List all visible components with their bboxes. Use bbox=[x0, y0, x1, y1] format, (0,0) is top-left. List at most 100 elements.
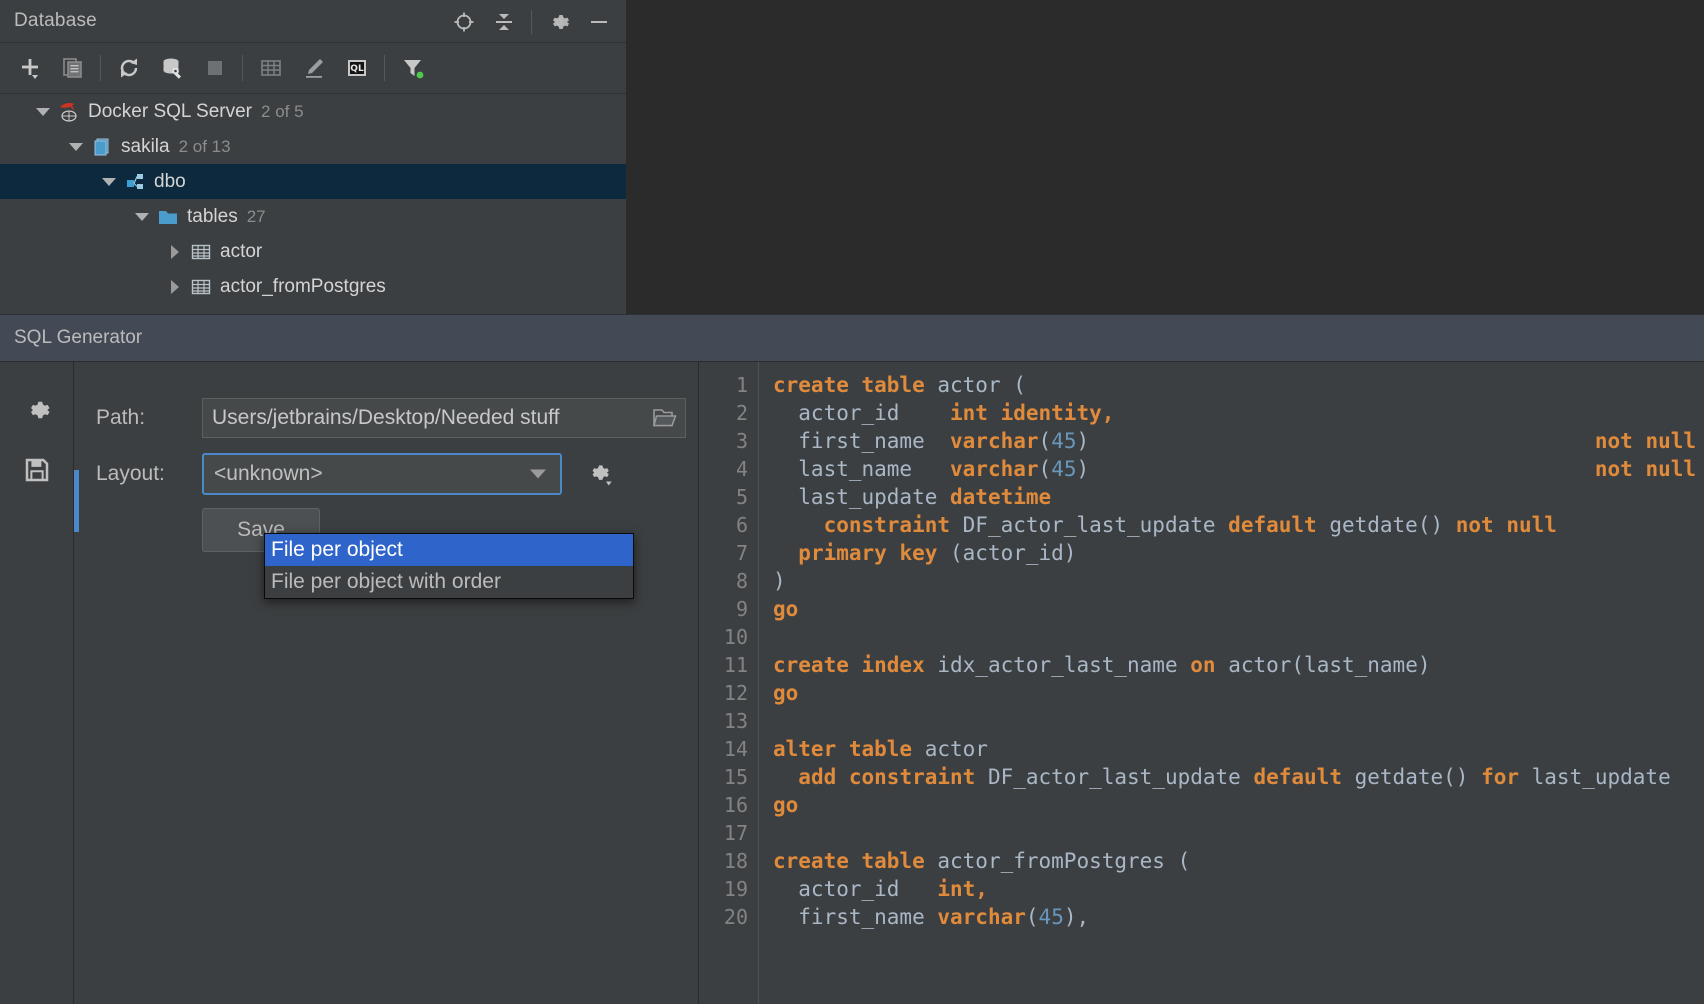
code-token: actor bbox=[924, 737, 988, 761]
tree-node-count: 2 of 5 bbox=[261, 101, 304, 121]
code-line: go bbox=[773, 679, 1704, 707]
expand-toggle[interactable] bbox=[129, 212, 155, 221]
code-line: constraint DF_actor_last_update default … bbox=[773, 511, 1704, 539]
collapse-all-icon[interactable] bbox=[485, 3, 523, 41]
tree-node-label: tables bbox=[187, 205, 238, 227]
code-token: 45 bbox=[1051, 457, 1077, 481]
line-number: 19 bbox=[723, 877, 748, 901]
path-label: Path: bbox=[96, 406, 146, 429]
code-token: default bbox=[1228, 513, 1330, 537]
line-number: 5 bbox=[735, 485, 748, 509]
layout-option-file-per-object[interactable]: File per object bbox=[265, 534, 633, 566]
expand-toggle[interactable] bbox=[96, 177, 122, 186]
layout-settings-gear-icon[interactable] bbox=[584, 459, 614, 489]
code-token: go bbox=[773, 793, 799, 817]
code-line: alter table actor bbox=[773, 735, 1704, 763]
stop-icon[interactable] bbox=[193, 47, 236, 90]
tree-node-tables[interactable]: tables 27 bbox=[0, 199, 626, 234]
layout-combobox[interactable]: <unknown> bbox=[202, 453, 562, 495]
code-token: not null bbox=[1594, 457, 1697, 481]
tree-node-actor-frompostgres[interactable]: actor_fromPostgres bbox=[0, 269, 626, 304]
filter-icon[interactable] bbox=[391, 47, 434, 90]
folder-open-icon[interactable] bbox=[651, 405, 679, 431]
gear-icon[interactable] bbox=[540, 3, 578, 41]
sql-generator-title: SQL Generator bbox=[0, 314, 1704, 362]
code-token: varchar bbox=[950, 429, 1039, 453]
layout-row: Layout: <unknown> bbox=[74, 446, 698, 502]
sql-server-icon bbox=[56, 99, 82, 125]
code-token: last_name bbox=[773, 457, 951, 481]
database-toolbar: QL bbox=[0, 43, 626, 94]
expand-toggle[interactable] bbox=[162, 244, 188, 259]
code-token: DF_actor_last_update bbox=[987, 765, 1254, 789]
folder-icon bbox=[155, 205, 181, 229]
line-number: 14 bbox=[723, 737, 748, 761]
code-token: 45 bbox=[1038, 905, 1064, 929]
layout-dropdown-popup[interactable]: File per object File per object with ord… bbox=[264, 533, 634, 599]
path-input-value: Users/jetbrains/Desktop/Needed stuff bbox=[212, 406, 560, 429]
sql-console-icon[interactable]: QL bbox=[335, 47, 378, 90]
code-token: (actor_id) bbox=[950, 541, 1077, 565]
line-number: 17 bbox=[723, 821, 748, 845]
database-tree[interactable]: Docker SQL Server 2 of 5 sakila 2 of 13 bbox=[0, 94, 626, 304]
refresh-icon[interactable] bbox=[107, 47, 150, 90]
database-icon bbox=[89, 135, 115, 159]
chevron-down-icon[interactable] bbox=[530, 469, 546, 479]
tree-node-docker-sql-server[interactable]: Docker SQL Server 2 of 5 bbox=[0, 94, 626, 129]
tree-node-label: sakila bbox=[121, 135, 170, 157]
line-number: 18 bbox=[723, 849, 748, 873]
code-token: int, bbox=[937, 877, 988, 901]
header-divider bbox=[531, 9, 532, 34]
line-number: 7 bbox=[735, 541, 748, 565]
tree-node-label: dbo bbox=[154, 170, 186, 192]
table-editor-icon[interactable] bbox=[249, 47, 292, 90]
code-line: last_name varchar(45) not null bbox=[773, 455, 1704, 483]
tree-node-sakila[interactable]: sakila 2 of 13 bbox=[0, 129, 626, 164]
code-line: first_name varchar(45), bbox=[773, 903, 1704, 931]
locate-icon[interactable] bbox=[445, 3, 483, 41]
code-token: go bbox=[773, 681, 799, 705]
line-number: 3 bbox=[735, 429, 748, 453]
tree-node-dbo[interactable]: dbo bbox=[0, 164, 626, 199]
copy-icon[interactable] bbox=[51, 47, 94, 90]
add-icon[interactable] bbox=[8, 47, 51, 90]
editor-code[interactable]: create table actor ( actor_id int identi… bbox=[759, 362, 1704, 1004]
code-line: go bbox=[773, 791, 1704, 819]
tree-node-actor[interactable]: actor bbox=[0, 234, 626, 269]
datasource-properties-icon[interactable] bbox=[150, 47, 193, 90]
code-line: add constraint DF_actor_last_update defa… bbox=[773, 763, 1704, 791]
code-line: create table actor_fromPostgres ( bbox=[773, 847, 1704, 875]
line-number: 9 bbox=[735, 597, 748, 621]
code-token: first_name bbox=[773, 429, 951, 453]
code-line: actor_id int, bbox=[773, 875, 1704, 903]
toolbar-divider bbox=[100, 55, 101, 81]
database-header-actions bbox=[445, 0, 618, 43]
save-icon[interactable] bbox=[0, 440, 74, 500]
settings-icon[interactable] bbox=[0, 380, 74, 440]
code-token: last_update bbox=[773, 485, 951, 509]
layout-label: Layout: bbox=[96, 462, 165, 485]
code-token: idx_actor_last_name bbox=[937, 653, 1191, 677]
editor-gutter: 1 2 3 4 5 6 7 8 9 10 11 12 13 14 15 16 17 18 19 20 bbox=[699, 362, 759, 1004]
code-token: alter table bbox=[773, 737, 925, 761]
code-token: varchar bbox=[937, 905, 1026, 929]
code-token: on bbox=[1190, 653, 1229, 677]
path-input[interactable]: Users/jetbrains/Desktop/Needed stuff bbox=[202, 398, 686, 438]
code-token: constraint bbox=[823, 513, 963, 537]
code-token: ), bbox=[1063, 905, 1090, 929]
tree-node-label: actor_fromPostgres bbox=[220, 275, 386, 297]
code-line: actor_id int identity, bbox=[773, 399, 1704, 427]
minimize-icon[interactable] bbox=[580, 3, 618, 41]
expand-toggle[interactable] bbox=[30, 107, 56, 116]
modify-icon[interactable] bbox=[292, 47, 335, 90]
code-token: actor ( bbox=[937, 373, 1026, 397]
code-token: actor_fromPostgres ( bbox=[937, 849, 1191, 873]
line-number: 4 bbox=[735, 457, 748, 481]
table-icon bbox=[188, 275, 214, 299]
expand-toggle[interactable] bbox=[63, 142, 89, 151]
sql-preview-editor[interactable]: 1 2 3 4 5 6 7 8 9 10 11 12 13 14 15 16 17 18 19 20 create t… bbox=[698, 362, 1704, 1004]
expand-toggle[interactable] bbox=[162, 279, 188, 294]
layout-option-file-per-object-with-order[interactable]: File per object with order bbox=[265, 566, 633, 598]
